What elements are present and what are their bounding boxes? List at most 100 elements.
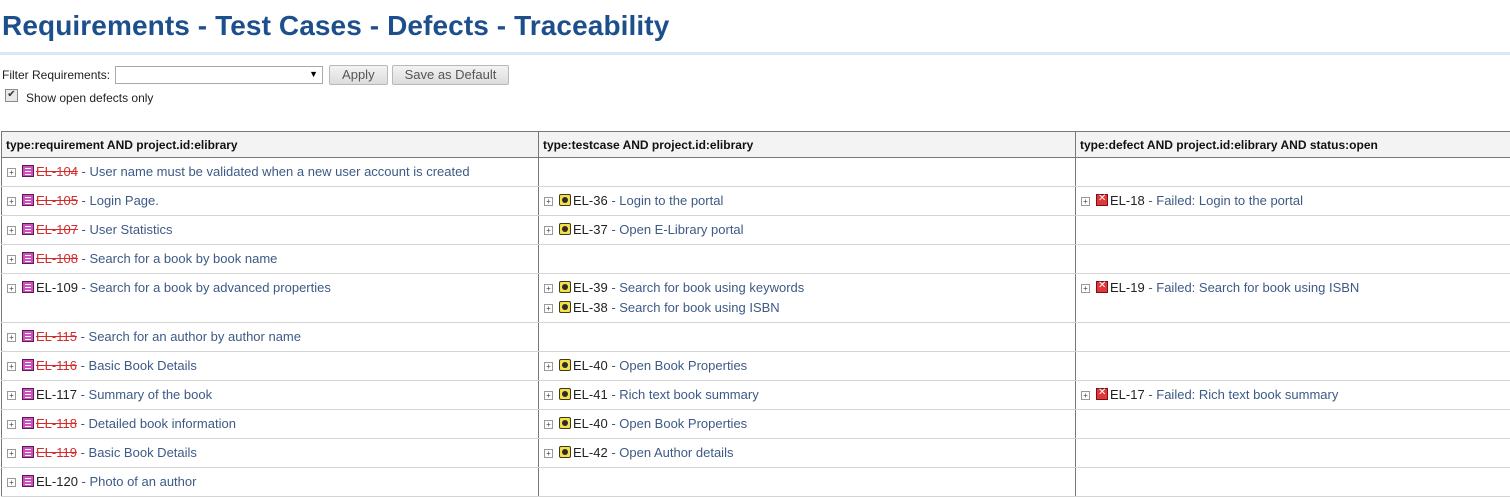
defect-cell [1076,216,1510,245]
expand-icon[interactable]: + [544,391,553,400]
item-title-link[interactable]: Search for a book by advanced properties [89,280,330,295]
page-title: Requirements - Test Cases - Defects - Tr… [0,0,1510,48]
expand-icon[interactable]: + [7,197,16,206]
item-id[interactable]: EL-40 [573,358,608,373]
expand-icon[interactable]: + [544,197,553,206]
item-id[interactable]: EL-40 [573,416,608,431]
item-title-link[interactable]: Search for book using keywords [619,280,804,295]
expand-icon[interactable]: + [7,478,16,487]
item-id[interactable]: EL-42 [573,445,608,460]
item-title-link[interactable]: Search for a book by book name [89,251,277,266]
expand-icon[interactable]: + [7,391,16,400]
item-id[interactable]: EL-116 [36,358,77,373]
item-id[interactable]: EL-39 [573,280,608,295]
item-id[interactable]: EL-119 [36,445,77,460]
item-id[interactable]: EL-115 [36,329,77,344]
testcase-cell [539,158,1076,187]
item-id[interactable]: EL-36 [573,193,608,208]
requirement-icon [22,194,34,206]
item-title-link[interactable]: User Statistics [89,222,172,237]
expand-icon[interactable]: + [7,255,16,264]
requirement-cell: +EL-119 - Basic Book Details [2,439,539,468]
item-id[interactable]: EL-17 [1110,387,1145,402]
expand-icon[interactable]: + [7,168,16,177]
table-row: +EL-118 - Detailed book information+EL-4… [2,410,1510,439]
item-id[interactable]: EL-105 [36,193,78,208]
item-id[interactable]: EL-38 [573,300,608,315]
item-id[interactable]: EL-104 [36,164,78,179]
defect-cell [1076,158,1510,187]
item-title-link[interactable]: Login to the portal [619,193,723,208]
expand-icon[interactable]: + [7,420,16,429]
item-title-link[interactable]: Open Author details [619,445,733,460]
item-title-link[interactable]: Basic Book Details [89,358,197,373]
requirement-icon [22,475,34,487]
item-title-link[interactable]: Summary of the book [89,387,213,402]
item-title-link[interactable]: Photo of an author [89,474,196,489]
testcase-icon [559,388,571,400]
expand-icon[interactable]: + [544,304,553,313]
open-defects-label: Show open defects only [26,91,153,105]
item-id[interactable]: EL-107 [36,222,78,237]
table-row: +EL-107 - User Statistics+EL-37 - Open E… [2,216,1510,245]
expand-icon[interactable]: + [544,362,553,371]
item-separator: - [608,358,620,373]
expand-icon[interactable]: + [7,226,16,235]
expand-icon[interactable]: + [544,226,553,235]
item-title-link[interactable]: Detailed book information [89,416,236,431]
item-id[interactable]: EL-37 [573,222,608,237]
filter-select[interactable]: ▼ [115,66,323,84]
item-id[interactable]: EL-109 [36,280,78,295]
expand-icon[interactable]: + [544,284,553,293]
table-row: +EL-105 - Login Page.+EL-36 - Login to t… [2,187,1510,216]
expand-icon[interactable]: + [7,333,16,342]
item-id[interactable]: EL-117 [36,387,77,402]
expand-icon[interactable]: + [1081,391,1090,400]
item-separator: - [78,251,90,266]
requirement-icon [22,252,34,264]
open-defects-checkbox[interactable]: ✔ [5,89,18,102]
item-title-link[interactable]: Failed: Rich text book summary [1156,387,1338,402]
item-separator: - [77,358,89,373]
requirement-icon [22,165,34,177]
expand-icon[interactable]: + [544,420,553,429]
expand-icon[interactable]: + [7,362,16,371]
item-id[interactable]: EL-118 [36,416,77,431]
item-title-link[interactable]: Failed: Search for book using ISBN [1156,280,1359,295]
expand-icon[interactable]: + [1081,197,1090,206]
table-row: +EL-119 - Basic Book Details+EL-42 - Ope… [2,439,1510,468]
item-title-link[interactable]: Search for book using ISBN [619,300,779,315]
item-title-link[interactable]: Basic Book Details [89,445,197,460]
item-id[interactable]: EL-108 [36,251,78,266]
expand-icon[interactable]: + [7,284,16,293]
item-id[interactable]: EL-18 [1110,193,1145,208]
apply-button[interactable]: Apply [329,65,388,85]
testcase-cell: +EL-41 - Rich text book summary [539,381,1076,410]
expand-icon[interactable]: + [7,449,16,458]
item-title-link[interactable]: User name must be validated when a new u… [89,164,469,179]
item-title-link[interactable]: Open Book Properties [619,358,747,373]
item-id[interactable]: EL-19 [1110,280,1145,295]
def-item: +EL-17 - Failed: Rich text book summary [1080,387,1510,401]
req-item: + EL-108 - Search for a book by book name [6,251,538,265]
requirement-cell: + EL-108 - Search for a book by book name [2,245,539,274]
tc-item: +EL-38 - Search for book using ISBN [543,300,1075,314]
req-item: +EL-118 - Detailed book information [6,416,538,430]
defect-cell [1076,410,1510,439]
item-separator: - [1145,193,1157,208]
item-title-link[interactable]: Login Page. [89,193,158,208]
expand-icon[interactable]: + [1081,284,1090,293]
requirement-cell: +EL-104 - User name must be validated wh… [2,158,539,187]
item-title-link[interactable]: Failed: Login to the portal [1156,193,1303,208]
item-id[interactable]: EL-41 [573,387,608,402]
item-title-link[interactable]: Open E-Library portal [619,222,743,237]
requirement-cell: +EL-115 - Search for an author by author… [2,323,539,352]
item-title-link[interactable]: Open Book Properties [619,416,747,431]
requirement-icon [22,223,34,235]
expand-icon[interactable]: + [544,449,553,458]
item-title-link[interactable]: Rich text book summary [619,387,758,402]
item-title-link[interactable]: Search for an author by author name [89,329,301,344]
table-row: +EL-104 - User name must be validated wh… [2,158,1510,187]
save-as-default-button[interactable]: Save as Default [392,65,510,85]
item-id[interactable]: EL-120 [36,474,78,489]
